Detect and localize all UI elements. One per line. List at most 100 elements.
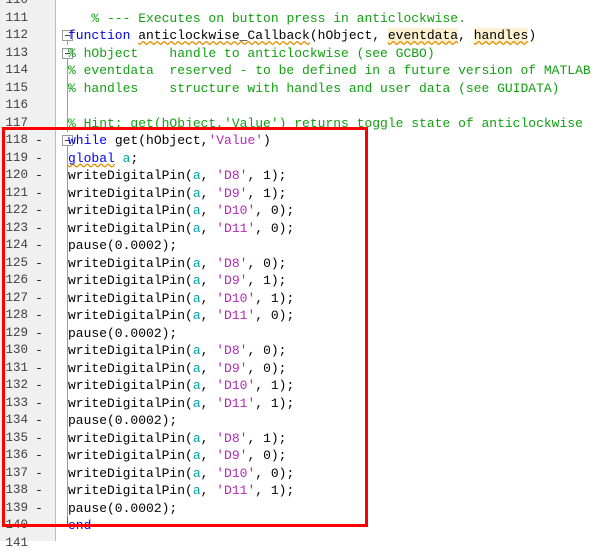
code-text[interactable]: writeDigitalPin(a, 'D9', 0); xyxy=(68,447,286,465)
executable-line-marker[interactable]: - xyxy=(33,220,45,238)
code-line[interactable]: 110 xyxy=(0,0,595,10)
code-line[interactable]: 139-pause(0.0002); xyxy=(0,500,595,518)
executable-line-marker[interactable]: - xyxy=(33,377,45,395)
code-token: % handles structure with handles and use… xyxy=(68,81,559,96)
code-text[interactable]: writeDigitalPin(a, 'D8', 0); xyxy=(68,342,286,360)
code-text[interactable]: writeDigitalPin(a, 'D10', 0); xyxy=(68,465,294,483)
code-line[interactable]: 141 xyxy=(0,535,595,552)
code-text[interactable]: writeDigitalPin(a, 'D8', 0); xyxy=(68,255,286,273)
executable-line-marker[interactable]: - xyxy=(33,482,45,500)
line-number: 116 xyxy=(0,97,28,115)
code-line[interactable]: 138-writeDigitalPin(a, 'D11', 1); xyxy=(0,482,595,500)
code-token: eventdata xyxy=(388,28,458,43)
code-line[interactable]: 115% handles structure with handles and … xyxy=(0,80,595,98)
line-number: 126 xyxy=(0,272,28,290)
code-text[interactable]: writeDigitalPin(a, 'D8', 1); xyxy=(68,430,286,448)
code-text[interactable]: writeDigitalPin(a, 'D8', 1); xyxy=(68,167,286,185)
code-text[interactable]: writeDigitalPin(a, 'D10', 0); xyxy=(68,202,294,220)
code-line[interactable]: 114% eventdata reserved - to be defined … xyxy=(0,62,595,80)
code-line[interactable]: 116 xyxy=(0,97,595,115)
code-text[interactable]: % Hint: get(hObject,'Value') returns tog… xyxy=(68,115,583,133)
code-text[interactable]: pause(0.0002); xyxy=(68,237,177,255)
code-text[interactable]: % eventdata reserved - to be defined in … xyxy=(68,62,591,80)
code-text[interactable]: writeDigitalPin(a, 'D9', 1); xyxy=(68,185,286,203)
code-text[interactable]: % handles structure with handles and use… xyxy=(68,80,559,98)
code-line[interactable]: 113% hObject handle to anticlockwise (se… xyxy=(0,45,595,63)
executable-line-marker[interactable]: - xyxy=(33,325,45,343)
executable-line-marker[interactable]: - xyxy=(33,202,45,220)
executable-line-marker[interactable]: - xyxy=(33,465,45,483)
executable-line-marker[interactable]: - xyxy=(33,255,45,273)
code-line[interactable]: 130-writeDigitalPin(a, 'D8', 0); xyxy=(0,342,595,360)
line-number: 134 xyxy=(0,412,28,430)
code-text[interactable]: function anticlockwise_Callback(hObject,… xyxy=(68,27,536,45)
code-token: a xyxy=(193,168,201,183)
code-text[interactable]: pause(0.0002); xyxy=(68,412,177,430)
code-token: , 1); xyxy=(247,273,286,288)
executable-line-marker[interactable]: - xyxy=(33,272,45,290)
code-text[interactable]: pause(0.0002); xyxy=(68,500,177,518)
code-text[interactable]: while get(hObject,'Value') xyxy=(68,132,271,150)
code-line[interactable]: 128-writeDigitalPin(a, 'D11', 0); xyxy=(0,307,595,325)
code-line[interactable]: 124-pause(0.0002); xyxy=(0,237,595,255)
executable-line-marker[interactable]: - xyxy=(33,500,45,518)
code-line[interactable]: 118-while get(hObject,'Value') xyxy=(0,132,595,150)
executable-line-marker[interactable]: - xyxy=(33,307,45,325)
code-line[interactable]: 123-writeDigitalPin(a, 'D11', 0); xyxy=(0,220,595,238)
code-text[interactable]: writeDigitalPin(a, 'D11', 1); xyxy=(68,395,294,413)
code-token: % eventdata reserved - to be defined in … xyxy=(68,63,591,78)
code-line[interactable]: 117% Hint: get(hObject,'Value') returns … xyxy=(0,115,595,133)
executable-line-marker[interactable]: - xyxy=(33,150,45,168)
code-text[interactable]: writeDigitalPin(a, 'D10', 1); xyxy=(68,290,294,308)
code-line[interactable]: 133-writeDigitalPin(a, 'D11', 1); xyxy=(0,395,595,413)
code-line[interactable]: 119- global a; xyxy=(0,150,595,168)
code-fold-column[interactable] xyxy=(60,97,76,115)
code-text[interactable]: writeDigitalPin(a, 'D11', 0); xyxy=(68,307,294,325)
code-line[interactable]: 127-writeDigitalPin(a, 'D10', 1); xyxy=(0,290,595,308)
executable-line-marker[interactable]: - xyxy=(33,412,45,430)
code-text[interactable]: global a; xyxy=(68,150,138,168)
executable-line-marker[interactable]: - xyxy=(33,517,45,535)
code-line[interactable]: 135- writeDigitalPin(a, 'D8', 1); xyxy=(0,430,595,448)
code-text[interactable]: writeDigitalPin(a, 'D11', 0); xyxy=(68,220,294,238)
code-text[interactable]: pause(0.0002); xyxy=(68,325,177,343)
code-line[interactable]: 129-pause(0.0002); xyxy=(0,325,595,343)
code-text[interactable]: writeDigitalPin(a, 'D11', 1); xyxy=(68,482,294,500)
executable-line-marker[interactable]: - xyxy=(33,447,45,465)
executable-line-marker[interactable]: - xyxy=(33,185,45,203)
code-line[interactable]: 131-writeDigitalPin(a, 'D9', 0); xyxy=(0,360,595,378)
code-token: , 0); xyxy=(255,466,294,481)
executable-line-marker[interactable]: - xyxy=(33,132,45,150)
line-number: 135 xyxy=(0,430,28,448)
code-line[interactable]: 126- writeDigitalPin(a, 'D9', 1); xyxy=(0,272,595,290)
code-text[interactable]: writeDigitalPin(a, 'D9', 0); xyxy=(68,360,286,378)
code-text[interactable]: % --- Executes on button press in anticl… xyxy=(68,10,466,28)
executable-line-marker[interactable]: - xyxy=(33,395,45,413)
code-line[interactable]: 132-writeDigitalPin(a, 'D10', 1); xyxy=(0,377,595,395)
line-number: 125 xyxy=(0,255,28,273)
executable-line-marker[interactable]: - xyxy=(33,360,45,378)
code-line[interactable]: 122-writeDigitalPin(a, 'D10', 0); xyxy=(0,202,595,220)
code-line[interactable]: 120-writeDigitalPin(a, 'D8', 1); xyxy=(0,167,595,185)
executable-line-marker[interactable]: - xyxy=(33,167,45,185)
code-line[interactable]: 112function anticlockwise_Callback(hObje… xyxy=(0,27,595,45)
code-text[interactable]: % hObject handle to anticlockwise (see G… xyxy=(68,45,435,63)
code-line[interactable]: 137-writeDigitalPin(a, 'D10', 0); xyxy=(0,465,595,483)
executable-line-marker[interactable]: - xyxy=(33,237,45,255)
code-line[interactable]: 125- writeDigitalPin(a, 'D8', 0); xyxy=(0,255,595,273)
code-line[interactable]: 140-end xyxy=(0,517,595,535)
code-token: , xyxy=(458,28,474,43)
code-token: % hObject handle to anticlockwise (see G… xyxy=(68,46,435,61)
code-line[interactable]: 111 % --- Executes on button press in an… xyxy=(0,10,595,28)
executable-line-marker[interactable]: - xyxy=(33,342,45,360)
code-line[interactable]: 134- pause(0.0002); xyxy=(0,412,595,430)
code-text[interactable]: end xyxy=(68,517,91,535)
line-number: 119 xyxy=(0,150,28,168)
executable-line-marker[interactable]: - xyxy=(33,290,45,308)
code-text[interactable]: writeDigitalPin(a, 'D10', 1); xyxy=(68,377,294,395)
code-line[interactable]: 121-writeDigitalPin(a, 'D9', 1); xyxy=(0,185,595,203)
code-editor[interactable]: 110111 % --- Executes on button press in… xyxy=(0,0,595,541)
code-line[interactable]: 136-writeDigitalPin(a, 'D9', 0); xyxy=(0,447,595,465)
executable-line-marker[interactable]: - xyxy=(33,430,45,448)
code-text[interactable]: writeDigitalPin(a, 'D9', 1); xyxy=(68,272,286,290)
